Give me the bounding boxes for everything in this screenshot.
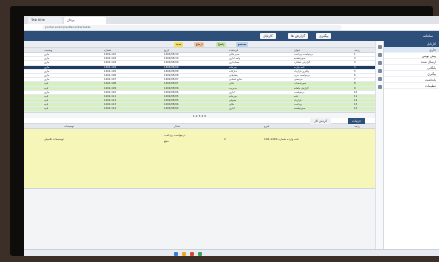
detail-text: توضیحات تکمیلی [44, 136, 64, 141]
nav-button-1[interactable]: کارتابل [260, 33, 276, 39]
chart-icon[interactable] [377, 77, 382, 81]
nav-button-2[interactable]: گزارش ها [288, 33, 309, 39]
detail-text: نامه وارده شماره 1402-104 [264, 136, 299, 141]
app-header: کارتابل گزارش ها پیگیری سامانه [24, 31, 439, 41]
reply-button[interactable]: پاسخ [216, 42, 226, 47]
detail-panel: نامه وارده شماره 1402-104 درخواست پرداخت… [24, 128, 375, 189]
app-brand: سامانه [422, 34, 433, 38]
grid-toolbar: جدید ارجاع پاسخ جستجو [24, 41, 375, 48]
detail-text: درخواست پرداخت [164, 132, 186, 137]
screen: Tab title پرتال portal.example/Panel/Kar… [24, 16, 439, 256]
app-icon[interactable] [198, 251, 202, 256]
main-panel: جدید ارجاع پاسخ جستجو ردیف عنوان فرستنده… [24, 41, 375, 256]
icon-rail [375, 41, 383, 256]
browser-tab-2[interactable]: پرتال [64, 17, 106, 24]
browser-tab-strip: Tab title پرتال [24, 16, 439, 24]
detail-text: مبلغ [164, 138, 169, 143]
home-icon[interactable] [377, 45, 382, 49]
sidebar-item[interactable]: تنظیمات [384, 83, 439, 89]
browser-icon[interactable] [190, 251, 194, 256]
search-button[interactable]: جستجو [236, 42, 249, 47]
mail-icon[interactable] [377, 53, 382, 57]
sidebar: کارتابل جاری پیش نویس ارسال شده بایگانی پیگی… [383, 41, 439, 256]
forward-button[interactable]: ارجاع [194, 42, 205, 47]
explorer-icon[interactable] [182, 251, 186, 256]
browser-tab-1[interactable]: Tab title [28, 17, 62, 24]
url-input[interactable]: portal.example/Panel/Kartable [42, 25, 342, 30]
start-icon[interactable] [174, 251, 178, 256]
taskbar [24, 249, 439, 256]
new-button[interactable]: جدید [174, 42, 184, 47]
settings-icon[interactable] [377, 85, 382, 89]
address-bar: portal.example/Panel/Kartable [24, 24, 439, 31]
search-icon[interactable] [377, 69, 382, 73]
detail-text: 2 [224, 136, 226, 141]
grid-body: 1 درخواست پرداخت مدیر مالی 1402/05/10 1402-1… [24, 53, 375, 112]
nav-button-3[interactable]: پیگیری [316, 33, 332, 39]
folder-icon[interactable] [377, 61, 382, 65]
